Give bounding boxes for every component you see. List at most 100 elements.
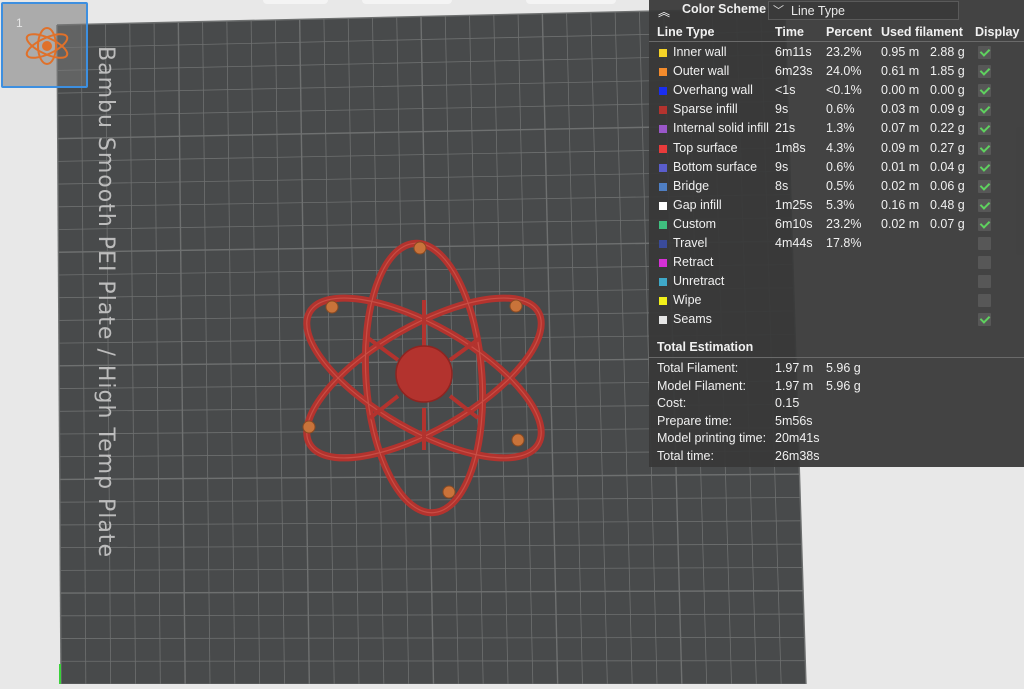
color-swatch — [659, 240, 667, 248]
line-time: 6m10s — [775, 216, 813, 231]
table-row: Top surface 1m8s 4.3% 0.09 m 0.27 g — [649, 139, 1024, 158]
line-time: 1m25s — [775, 197, 813, 212]
color-swatch — [659, 68, 667, 77]
display-checkbox[interactable] — [978, 217, 991, 231]
estimation-value: 5m56s — [775, 413, 813, 428]
table-row: Bridge 8s 0.5% 0.02 m 0.06 g — [649, 177, 1024, 196]
electron-node — [511, 433, 525, 447]
display-checkbox[interactable] — [978, 198, 991, 212]
divider — [649, 41, 1024, 42]
top-toolbar-tab[interactable] — [526, 0, 616, 4]
color-swatch — [659, 49, 667, 57]
table-row: Sparse infill 9s 0.6% 0.03 m 0.09 g — [649, 100, 1024, 119]
header-used-filament: Used filament — [881, 25, 963, 39]
line-filament-meters: 0.03 m — [881, 102, 920, 117]
electron-node — [413, 241, 427, 255]
display-checkbox[interactable] — [978, 294, 991, 308]
header-time: Time — [775, 25, 804, 39]
line-percent: 1.3% — [826, 121, 855, 136]
table-row: Internal solid infill 21s 1.3% 0.07 m 0.22 g — [649, 119, 1024, 138]
table-row: Wipe — [649, 291, 1024, 310]
line-time: 4m44s — [775, 236, 813, 250]
line-type-name: Internal solid infill — [673, 121, 769, 136]
color-scheme-header: ︽ Color Scheme ﹀ Line Type — [649, 0, 1024, 23]
color-swatch — [659, 297, 667, 306]
table-row: Custom 6m10s 23.2% 0.02 m 0.07 g — [649, 215, 1024, 234]
display-checkbox[interactable] — [978, 103, 991, 117]
header-display: Display — [975, 25, 1020, 39]
top-toolbar-tab[interactable] — [362, 0, 452, 4]
line-type-name: Wipe — [673, 293, 702, 308]
estimation-row: Total time: 26m38s — [649, 448, 1024, 466]
plate-label: Bambu Smooth PEI Plate / High Temp Plate — [93, 46, 118, 559]
display-checkbox[interactable] — [978, 65, 991, 79]
axis-indicator — [59, 664, 61, 684]
line-type-name: Gap infill — [673, 197, 722, 212]
estimation-row: Cost: 0.15 — [649, 395, 1024, 413]
line-time: 21s — [775, 121, 796, 136]
electron-node — [302, 420, 316, 434]
estimation-label: Total Filament: — [657, 361, 739, 375]
line-time: 8s — [775, 178, 789, 193]
table-row: Unretract — [649, 272, 1024, 291]
line-filament-meters: 0.09 m — [881, 140, 920, 155]
line-filament-grams: 2.88 g — [930, 45, 965, 59]
line-time: 1m8s — [775, 140, 806, 155]
color-swatch — [659, 259, 667, 268]
line-filament-grams: 0.27 g — [930, 140, 965, 155]
line-percent: 17.8% — [826, 236, 862, 250]
line-filament-grams: 1.85 g — [930, 64, 965, 79]
table-row: Overhang wall <1s <0.1% 0.00 m 0.00 g — [649, 81, 1024, 100]
table-row: Travel 4m44s 17.8% — [649, 234, 1024, 253]
display-checkbox[interactable] — [978, 313, 991, 327]
line-filament-meters: 0.00 m — [881, 83, 920, 98]
color-swatch — [659, 125, 667, 134]
plate-number: 1 — [16, 16, 23, 30]
table-row: Seams — [649, 310, 1024, 329]
display-checkbox[interactable] — [978, 237, 991, 250]
line-type-name: Sparse infill — [673, 102, 738, 117]
top-toolbar-tab[interactable] — [263, 0, 328, 4]
atom-thumbnail-icon — [25, 27, 69, 65]
display-checkbox[interactable] — [978, 46, 991, 59]
line-type-name: Seams — [673, 312, 712, 327]
line-type-name: Outer wall — [673, 64, 730, 79]
line-type-name: Overhang wall — [673, 83, 753, 98]
display-checkbox[interactable] — [978, 160, 991, 174]
estimation-label: Total time: — [657, 449, 714, 463]
line-percent: 0.6% — [826, 159, 855, 174]
line-filament-meters: 0.16 m — [881, 197, 920, 212]
color-scheme-dropdown[interactable]: ﹀ Line Type — [768, 1, 959, 20]
estimation-label: Prepare time: — [657, 413, 733, 428]
line-filament-meters: 0.07 m — [881, 121, 920, 136]
display-checkbox[interactable] — [978, 256, 991, 270]
estimation-value: 26m38s — [775, 449, 820, 463]
electron-node — [442, 485, 456, 499]
line-filament-grams: 0.00 g — [930, 83, 965, 98]
estimation-row: Prepare time: 5m56s — [649, 413, 1024, 431]
display-checkbox[interactable] — [978, 84, 991, 98]
collapse-icon[interactable]: ︽ — [658, 3, 670, 20]
line-filament-grams: 0.04 g — [930, 159, 965, 174]
line-type-name: Custom — [673, 216, 717, 231]
display-checkbox[interactable] — [978, 122, 991, 136]
color-swatch — [659, 316, 667, 325]
line-time: 6m23s — [775, 64, 813, 79]
line-percent: 23.2% — [826, 45, 862, 59]
line-type-name: Unretract — [673, 274, 725, 289]
display-checkbox[interactable] — [978, 275, 991, 289]
color-swatch — [659, 144, 667, 153]
line-filament-grams: 0.09 g — [930, 102, 965, 117]
display-checkbox[interactable] — [978, 141, 991, 155]
estimation-value: 20m41s — [775, 431, 820, 446]
estimation-label: Cost: — [657, 396, 687, 411]
estimation-row: Model printing time: 20m41s — [649, 430, 1024, 448]
line-filament-grams: 0.48 g — [930, 197, 965, 212]
estimation-value: 1.97 m — [775, 378, 814, 393]
line-filament-meters: 0.02 m — [881, 216, 920, 231]
line-filament-meters: 0.61 m — [881, 64, 920, 79]
plate-thumbnail[interactable]: 1 — [1, 2, 88, 88]
display-checkbox[interactable] — [978, 179, 991, 193]
color-swatch — [659, 87, 667, 96]
header-percent: Percent — [826, 25, 872, 39]
